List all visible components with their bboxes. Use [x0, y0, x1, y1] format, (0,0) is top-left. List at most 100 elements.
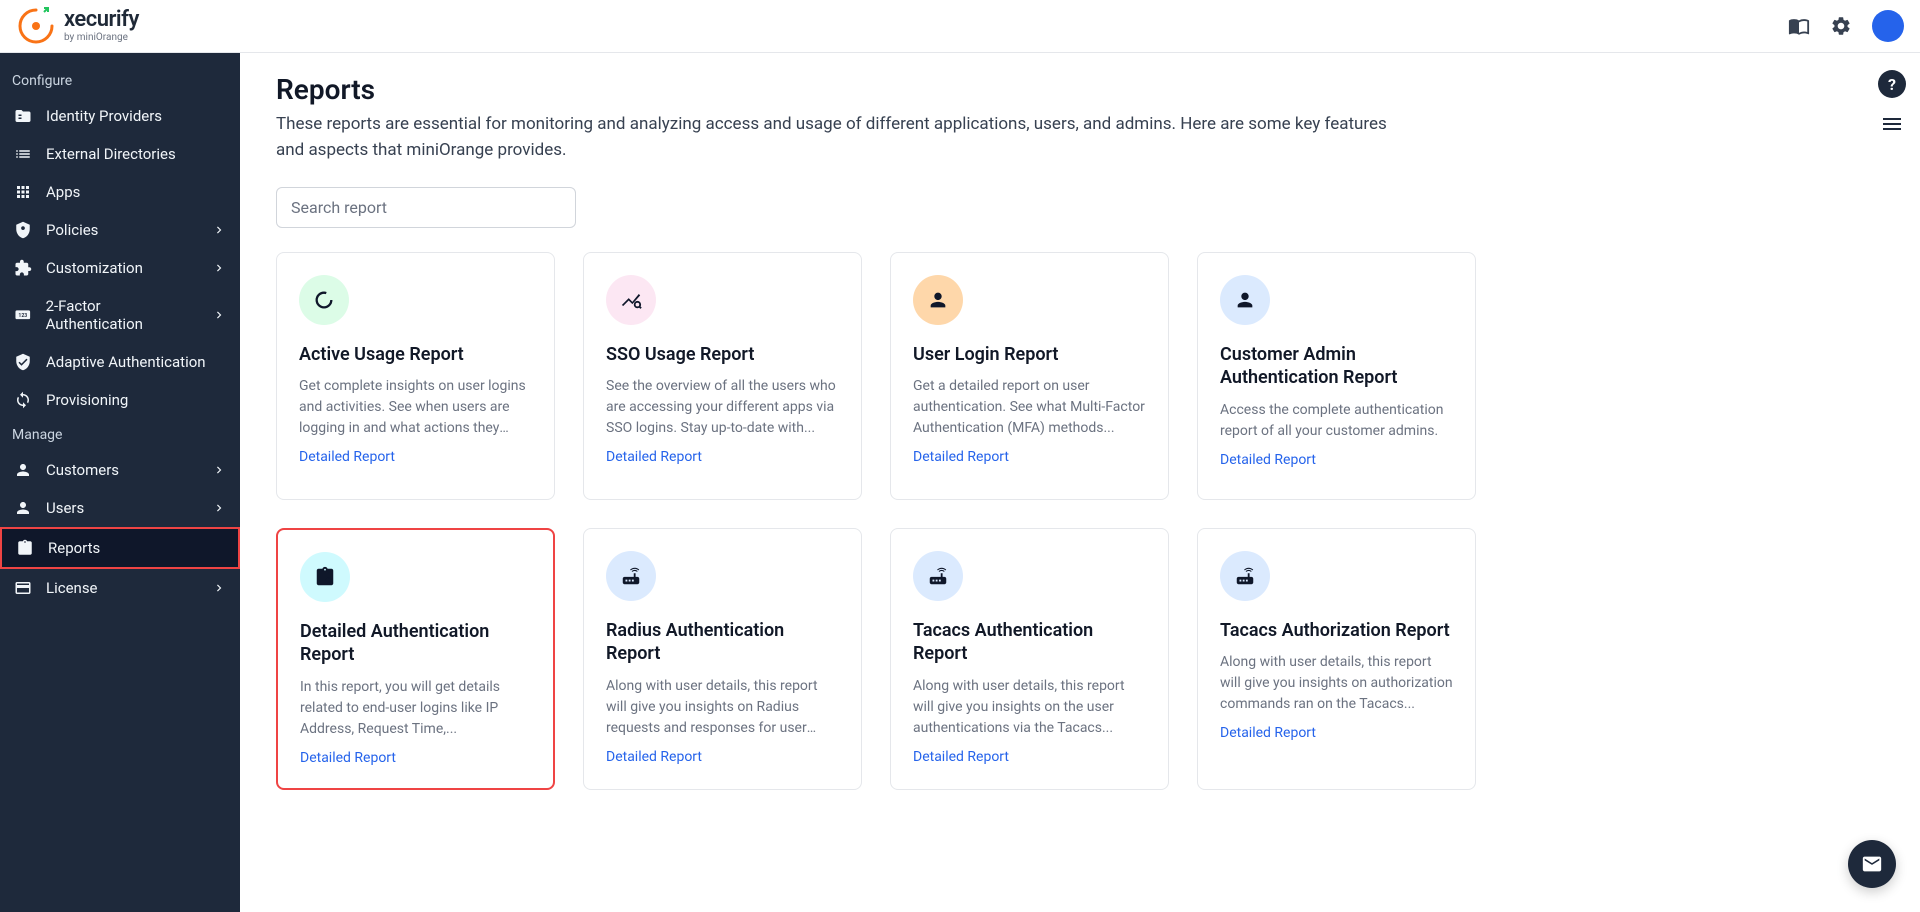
sidebar-item-provisioning[interactable]: Provisioning	[0, 381, 240, 419]
detailed-report-link[interactable]: Detailed Report	[606, 449, 839, 465]
card-title: Tacacs Authorization Report	[1220, 619, 1453, 642]
sidebar-item-customization[interactable]: Customization	[0, 249, 240, 287]
sidebar-item-label: Customization	[46, 259, 143, 277]
chevron-right-icon	[212, 463, 226, 477]
card-title: Customer Admin Authentication Report	[1220, 343, 1453, 390]
sidebar-item-label: Identity Providers	[46, 107, 162, 125]
avatar[interactable]	[1872, 10, 1904, 42]
user-icon	[14, 461, 32, 479]
logo[interactable]: xecurify by miniOrange	[16, 6, 139, 46]
page-title: Reports	[276, 73, 1884, 106]
card-icon	[299, 275, 349, 325]
card-title: User Login Report	[913, 343, 1146, 366]
sidebar-item-label: 2-Factor Authentication	[46, 297, 198, 333]
sidebar-item-label: Policies	[46, 221, 98, 239]
card-icon	[300, 552, 350, 602]
card-icon	[1220, 551, 1270, 601]
sidebar-item-policies[interactable]: Policies	[0, 211, 240, 249]
svg-text:123: 123	[18, 313, 27, 319]
chevron-right-icon	[212, 223, 226, 237]
report-card[interactable]: Tacacs Authentication Report Along with …	[890, 528, 1169, 790]
card-icon	[606, 551, 656, 601]
sidebar-section-configure: Configure	[0, 65, 240, 97]
sidebar-item-label: External Directories	[46, 145, 176, 163]
topbar: xecurify by miniOrange	[0, 0, 1920, 53]
sidebar-item-twofa[interactable]: 123 2-Factor Authentication	[0, 287, 240, 343]
card-desc: In this report, you will get details rel…	[300, 677, 531, 740]
sidebar-item-reports[interactable]: Reports	[0, 527, 240, 569]
report-card[interactable]: Detailed Authentication Report In this r…	[276, 528, 555, 790]
sidebar-item-customers[interactable]: Customers	[0, 451, 240, 489]
detailed-report-link[interactable]: Detailed Report	[913, 449, 1146, 465]
card-title: Active Usage Report	[299, 343, 532, 366]
detailed-report-link[interactable]: Detailed Report	[913, 749, 1146, 765]
card-desc: Get complete insights on user logins and…	[299, 376, 532, 439]
detailed-report-link[interactable]: Detailed Report	[1220, 725, 1453, 741]
sidebar: Configure Identity Providers External Di…	[0, 53, 240, 912]
report-card[interactable]: Active Usage Report Get complete insight…	[276, 252, 555, 500]
apps-icon	[14, 183, 32, 201]
sidebar-item-label: Customers	[46, 461, 119, 479]
detailed-report-link[interactable]: Detailed Report	[606, 749, 839, 765]
sidebar-item-label: Users	[46, 499, 84, 517]
logo-icon	[16, 6, 56, 46]
sidebar-item-extdir[interactable]: External Directories	[0, 135, 240, 173]
sidebar-item-users[interactable]: Users	[0, 489, 240, 527]
sidebar-item-label: License	[46, 579, 98, 597]
puzzle-icon	[14, 259, 32, 277]
card-title: Detailed Authentication Report	[300, 620, 531, 667]
shield-icon	[14, 221, 32, 239]
card-desc: See the overview of all the users who ar…	[606, 376, 839, 439]
main-content: Reports These reports are essential for …	[240, 53, 1920, 912]
chevron-right-icon	[212, 501, 226, 515]
sidebar-item-label: Adaptive Authentication	[46, 353, 206, 371]
idp-icon	[14, 107, 32, 125]
user-icon	[14, 499, 32, 517]
gear-icon[interactable]	[1830, 15, 1852, 37]
card-icon	[606, 275, 656, 325]
card-desc: Access the complete authentication repor…	[1220, 400, 1453, 442]
verified-icon	[14, 353, 32, 371]
detailed-report-link[interactable]: Detailed Report	[1220, 452, 1453, 468]
sidebar-item-idp[interactable]: Identity Providers	[0, 97, 240, 135]
card-icon	[14, 579, 32, 597]
report-card[interactable]: Tacacs Authorization Report Along with u…	[1197, 528, 1476, 790]
card-icon	[913, 551, 963, 601]
card-desc: Along with user details, this report wil…	[606, 676, 839, 739]
detailed-report-link[interactable]: Detailed Report	[300, 750, 531, 766]
help-button[interactable]: ?	[1878, 70, 1906, 98]
card-title: Radius Authentication Report	[606, 619, 839, 666]
card-icon	[1220, 275, 1270, 325]
card-desc: Along with user details, this report wil…	[1220, 652, 1453, 715]
docs-icon[interactable]	[1788, 15, 1810, 37]
report-card[interactable]: User Login Report Get a detailed report …	[890, 252, 1169, 500]
card-desc: Along with user details, this report wil…	[913, 676, 1146, 739]
card-desc: Get a detailed report on user authentica…	[913, 376, 1146, 439]
brand-name: xecurify	[64, 9, 139, 31]
chevron-right-icon	[212, 581, 226, 595]
brand-sub: by miniOrange	[64, 33, 139, 43]
sidebar-section-manage: Manage	[0, 419, 240, 451]
chevron-right-icon	[212, 308, 226, 322]
cards-grid: Active Usage Report Get complete insight…	[276, 252, 1476, 790]
drawer-menu-icon[interactable]	[1880, 112, 1904, 136]
page-desc: These reports are essential for monitori…	[276, 112, 1416, 163]
card-title: Tacacs Authentication Report	[913, 619, 1146, 666]
sidebar-item-label: Provisioning	[46, 391, 128, 409]
list-icon	[14, 145, 32, 163]
report-card[interactable]: Radius Authentication Report Along with …	[583, 528, 862, 790]
sidebar-item-adaptive[interactable]: Adaptive Authentication	[0, 343, 240, 381]
sidebar-item-license[interactable]: License	[0, 569, 240, 607]
sync-icon	[14, 391, 32, 409]
card-title: SSO Usage Report	[606, 343, 839, 366]
search-input[interactable]	[276, 187, 576, 228]
chevron-right-icon	[212, 261, 226, 275]
report-card[interactable]: Customer Admin Authentication Report Acc…	[1197, 252, 1476, 500]
clipboard-icon	[16, 539, 34, 557]
detailed-report-link[interactable]: Detailed Report	[299, 449, 532, 465]
pin-icon: 123	[14, 306, 32, 324]
chat-button[interactable]	[1848, 840, 1896, 888]
report-card[interactable]: SSO Usage Report See the overview of all…	[583, 252, 862, 500]
sidebar-item-label: Apps	[46, 183, 80, 201]
sidebar-item-apps[interactable]: Apps	[0, 173, 240, 211]
